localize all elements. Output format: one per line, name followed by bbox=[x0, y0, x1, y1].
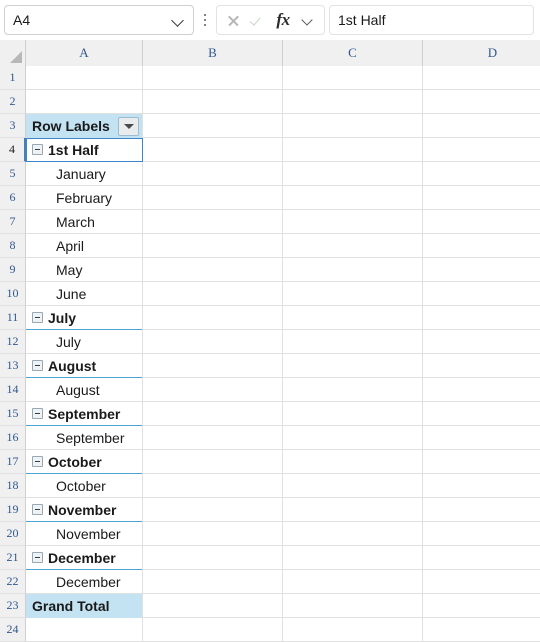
pivot-row-label: January bbox=[56, 166, 106, 182]
row-header-12[interactable]: 12 bbox=[0, 330, 26, 354]
row-header-21[interactable]: 21 bbox=[0, 546, 26, 570]
column-header-a[interactable]: A bbox=[26, 40, 143, 66]
gridline-col-a bbox=[142, 66, 143, 642]
name-box[interactable]: A4 bbox=[4, 5, 194, 35]
row-header-11[interactable]: 11 bbox=[0, 306, 26, 330]
row-header-15[interactable]: 15 bbox=[0, 402, 26, 426]
pivot-row-label: December bbox=[56, 574, 121, 590]
collapse-minus-icon[interactable] bbox=[32, 552, 43, 563]
row-header-19[interactable]: 19 bbox=[0, 498, 26, 522]
pivot-item-row[interactable]: September bbox=[26, 426, 142, 450]
collapse-minus-icon[interactable] bbox=[32, 408, 43, 419]
name-box-value: A4 bbox=[13, 12, 31, 28]
pivot-group-row[interactable]: November bbox=[26, 498, 142, 522]
gridline-col-c bbox=[422, 66, 423, 642]
pivot-group-row[interactable]: September bbox=[26, 402, 142, 426]
pivot-group-row[interactable]: 1st Half bbox=[26, 138, 142, 162]
pivot-group-row[interactable]: July bbox=[26, 306, 142, 330]
pivot-row-label: July bbox=[56, 334, 81, 350]
pivot-row-label: May bbox=[56, 262, 83, 278]
pivot-group-row[interactable]: August bbox=[26, 354, 142, 378]
row-header-24[interactable]: 24 bbox=[0, 618, 26, 642]
chevron-down-icon[interactable] bbox=[298, 9, 318, 31]
pivot-row-labels-text: Row Labels bbox=[32, 118, 110, 134]
row-header-7[interactable]: 7 bbox=[0, 210, 26, 234]
collapse-minus-icon[interactable] bbox=[32, 360, 43, 371]
cancel-x-icon[interactable] bbox=[223, 9, 243, 31]
row-header-18[interactable]: 18 bbox=[0, 474, 26, 498]
row-header-16[interactable]: 16 bbox=[0, 426, 26, 450]
confirm-check-icon[interactable] bbox=[248, 9, 268, 31]
pivot-item-row[interactable]: June bbox=[26, 282, 142, 306]
pivot-row-label: April bbox=[56, 238, 85, 254]
gridline-row bbox=[26, 89, 540, 90]
pivot-group-row[interactable]: October bbox=[26, 450, 142, 474]
row-header-5[interactable]: 5 bbox=[0, 162, 26, 186]
pivot-item-row[interactable]: August bbox=[26, 378, 142, 402]
kebab-dot bbox=[203, 18, 207, 22]
row-header-bar: 1 2 3 4 5 6 7 8 9 10 11 12 13 14 15 16 17 18 19 20 21 22 23 24 bbox=[0, 66, 26, 642]
pivot-row-label: July bbox=[48, 309, 77, 326]
row-header-23[interactable]: 23 bbox=[0, 594, 26, 618]
column-header-c[interactable]: C bbox=[283, 40, 423, 66]
row-header-3[interactable]: 3 bbox=[0, 114, 26, 138]
formula-actions-group: fx bbox=[216, 5, 325, 35]
filter-dropdown-icon[interactable] bbox=[118, 117, 139, 136]
spreadsheet-grid: A B C D 1 2 3 4 5 6 7 8 9 10 11 12 13 14 15 16 17 18 19 20 2… bbox=[0, 40, 540, 642]
kebab-dot bbox=[203, 23, 207, 27]
pivot-row-label: August bbox=[56, 382, 100, 398]
collapse-minus-icon[interactable] bbox=[32, 456, 43, 467]
kebab-menu-icon[interactable] bbox=[196, 5, 214, 35]
pivot-item-row[interactable]: January bbox=[26, 162, 142, 186]
pivot-item-row[interactable]: May bbox=[26, 258, 142, 282]
gridline-col-b bbox=[282, 66, 283, 642]
pivot-row-label: October bbox=[48, 453, 102, 470]
pivot-row-label: October bbox=[56, 478, 106, 494]
pivot-row-label: February bbox=[56, 190, 113, 206]
pivot-row-label: August bbox=[48, 357, 97, 374]
formula-bar: A4 fx 1st Half bbox=[0, 0, 540, 40]
column-header-bar: A B C D bbox=[0, 40, 540, 66]
row-header-14[interactable]: 14 bbox=[0, 378, 26, 402]
pivot-item-row[interactable]: July bbox=[26, 330, 142, 354]
pivot-row-label: March bbox=[56, 214, 95, 230]
pivot-row-label: September bbox=[56, 430, 125, 446]
row-header-2[interactable]: 2 bbox=[0, 90, 26, 114]
select-all-corner-icon[interactable] bbox=[0, 40, 26, 66]
row-header-13[interactable]: 13 bbox=[0, 354, 26, 378]
pivot-row-label: December bbox=[48, 549, 116, 566]
pivot-row-label: September bbox=[48, 405, 121, 422]
collapse-minus-icon[interactable] bbox=[32, 144, 43, 155]
pivot-item-row[interactable]: April bbox=[26, 234, 142, 258]
row-header-20[interactable]: 20 bbox=[0, 522, 26, 546]
pivot-group-row[interactable]: December bbox=[26, 546, 142, 570]
pivot-item-row[interactable]: November bbox=[26, 522, 142, 546]
row-header-1[interactable]: 1 bbox=[0, 66, 26, 90]
kebab-dot bbox=[203, 13, 207, 17]
row-header-22[interactable]: 22 bbox=[0, 570, 26, 594]
row-header-9[interactable]: 9 bbox=[0, 258, 26, 282]
pivot-grand-total-row[interactable]: Grand Total bbox=[26, 594, 142, 618]
pivot-item-row[interactable]: December bbox=[26, 570, 142, 594]
collapse-minus-icon[interactable] bbox=[32, 504, 43, 515]
pivot-row-label: November bbox=[56, 526, 121, 542]
formula-input[interactable]: 1st Half bbox=[329, 5, 534, 35]
pivot-row-label: 1st Half bbox=[48, 141, 99, 158]
pivot-row-label: November bbox=[48, 501, 117, 518]
pivot-item-row[interactable]: March bbox=[26, 210, 142, 234]
row-header-6[interactable]: 6 bbox=[0, 186, 26, 210]
row-header-10[interactable]: 10 bbox=[0, 282, 26, 306]
collapse-minus-icon[interactable] bbox=[32, 312, 43, 323]
pivot-item-row[interactable]: October bbox=[26, 474, 142, 498]
cells-area: Row Labels 1st Half January February March Ap… bbox=[26, 66, 540, 642]
chevron-down-icon[interactable] bbox=[171, 13, 185, 27]
row-header-17[interactable]: 17 bbox=[0, 450, 26, 474]
row-header-8[interactable]: 8 bbox=[0, 234, 26, 258]
column-header-d[interactable]: D bbox=[423, 40, 540, 66]
pivot-row-label: June bbox=[56, 286, 87, 302]
column-header-b[interactable]: B bbox=[143, 40, 283, 66]
pivot-item-row[interactable]: February bbox=[26, 186, 142, 210]
fx-insert-function-icon[interactable]: fx bbox=[273, 9, 293, 31]
row-header-4[interactable]: 4 bbox=[0, 138, 26, 162]
